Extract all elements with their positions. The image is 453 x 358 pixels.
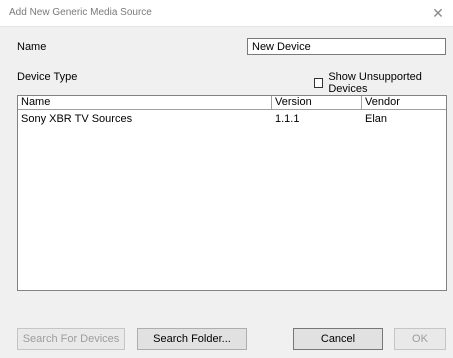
close-icon[interactable]: ✕ xyxy=(423,0,453,26)
name-label: Name xyxy=(17,41,47,53)
ok-button[interactable]: OK xyxy=(394,328,446,350)
show-unsupported-devices-checkbox[interactable]: Show Unsupported Devices xyxy=(314,71,453,95)
checkbox-box[interactable] xyxy=(314,78,324,88)
name-input[interactable] xyxy=(247,38,446,55)
search-for-devices-button[interactable]: Search For Devices xyxy=(17,328,125,350)
title-bar: Add New Generic Media Source ✕ xyxy=(0,0,453,27)
window-title: Add New Generic Media Source xyxy=(9,7,152,18)
row-version-cell: 1.1.1 xyxy=(275,113,300,125)
column-header-version[interactable]: Version xyxy=(272,96,362,110)
row-name-cell: Sony XBR TV Sources xyxy=(21,113,133,125)
search-folder-button[interactable]: Search Folder... xyxy=(137,328,247,350)
column-header-name[interactable]: Name xyxy=(18,96,272,110)
device-type-table[interactable]: Name Version Vendor Sony XBR TV Sources … xyxy=(17,95,447,291)
row-vendor-cell: Elan xyxy=(365,113,388,125)
device-type-label: Device Type xyxy=(17,71,78,83)
table-row[interactable]: Sony XBR TV Sources 1.1.1 Elan xyxy=(18,112,446,127)
table-header: Name Version Vendor xyxy=(18,96,446,110)
cancel-button[interactable]: Cancel xyxy=(293,328,383,350)
column-header-vendor[interactable]: Vendor xyxy=(362,96,446,110)
show-unsupported-devices-label: Show Unsupported Devices xyxy=(328,71,422,95)
